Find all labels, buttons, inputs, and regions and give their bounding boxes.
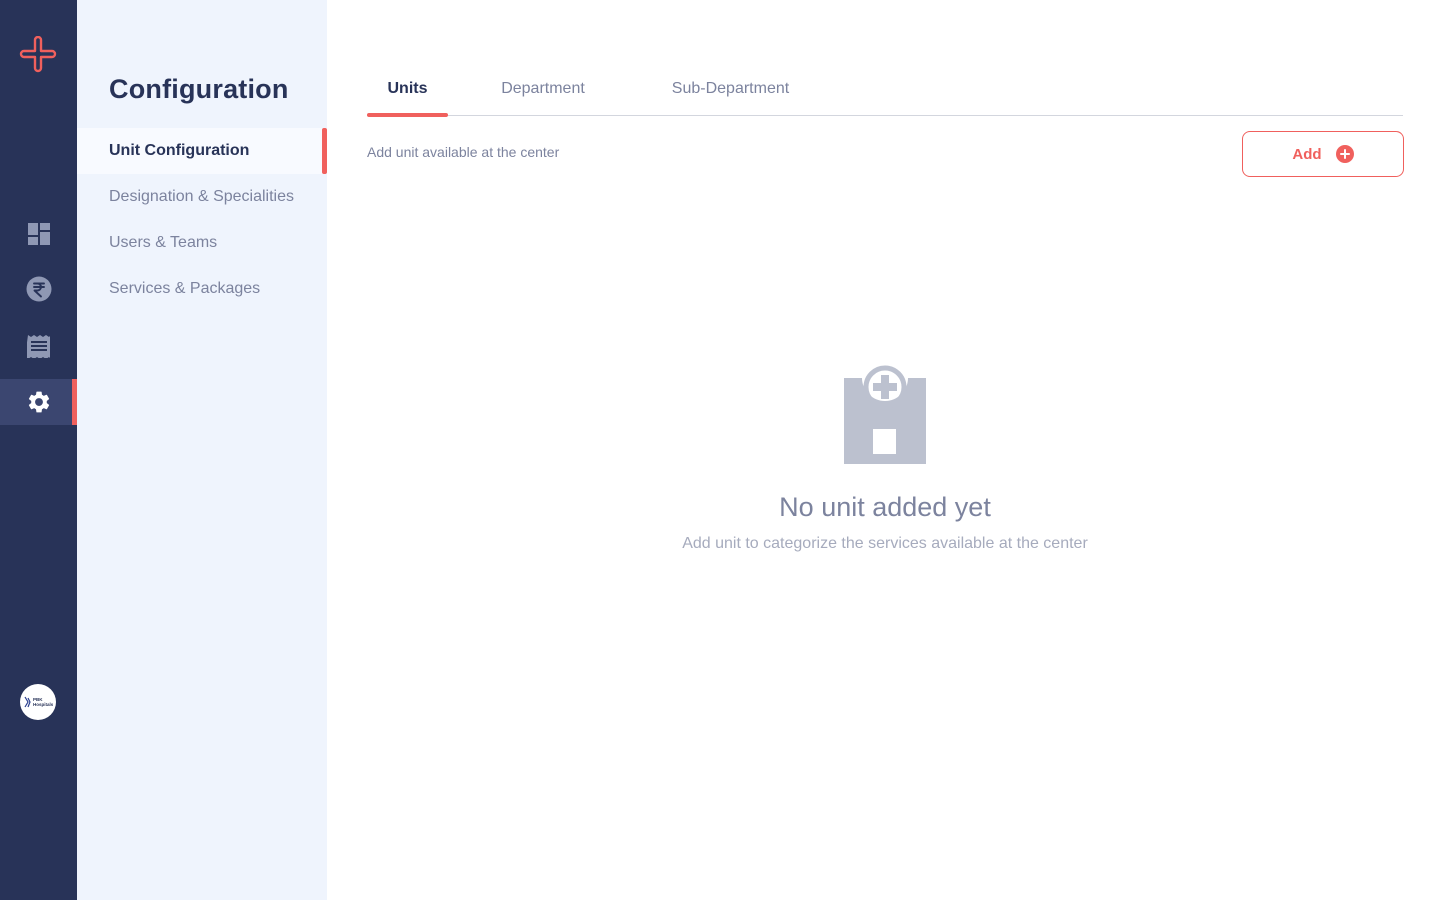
gear-icon [28, 391, 49, 413]
receipt-icon [26, 335, 50, 358]
sidebar-title: Configuration [109, 74, 289, 104]
tab-bar: Units Department Sub-Department [367, 70, 1403, 117]
sidebar-item-label: Designation & Specialities [109, 188, 294, 205]
tab-department[interactable]: Department [485, 70, 601, 116]
empty-state-title: No unit added yet [779, 492, 991, 522]
rupee-icon [26, 276, 51, 302]
tab-units[interactable]: Units [367, 70, 448, 117]
dashboard-icon [27, 223, 50, 245]
hospital-logo: PBK Hospitals [24, 696, 53, 708]
add-unit-button[interactable]: Add [1242, 131, 1404, 177]
nav-billing-button[interactable] [0, 266, 77, 312]
icon-rail: PBK Hospitals [0, 0, 77, 900]
tab-label: Department [501, 80, 585, 97]
tab-label: Units [387, 80, 428, 97]
organization-avatar[interactable]: PBK Hospitals [20, 684, 56, 720]
sidebar-item-unit-configuration[interactable]: Unit Configuration [77, 128, 327, 174]
nav-settings-button[interactable] [0, 379, 77, 425]
add-button-label: Add [1292, 145, 1322, 163]
sidebar-item-label: Services & Packages [109, 280, 261, 297]
tab-sub-department[interactable]: Sub-Department [654, 70, 807, 116]
nav-receipts-button[interactable] [0, 323, 77, 369]
nav-dashboard-button[interactable] [0, 211, 77, 257]
sidebar-item-services-packages[interactable]: Services & Packages [77, 266, 327, 312]
configuration-sidebar: Configuration Unit Configuration Designa… [77, 0, 327, 900]
sidebar-item-users-teams[interactable]: Users & Teams [77, 220, 327, 266]
plus-circle-icon [1335, 145, 1354, 163]
hospital-icon [844, 365, 926, 464]
sidebar-item-label: Users & Teams [109, 234, 218, 251]
sidebar-item-label: Unit Configuration [109, 142, 250, 159]
tab-label: Sub-Department [671, 80, 790, 97]
empty-state-subtitle: Add unit to categorize the services avai… [682, 535, 1088, 552]
sidebar-item-designation-specialities[interactable]: Designation & Specialities [77, 174, 327, 220]
svg-text:Hospitals: Hospitals [33, 702, 53, 707]
plus-cross-logo-icon[interactable] [19, 36, 57, 74]
main-content: Units Department Sub-Department Add unit… [327, 0, 1440, 900]
units-hint-text: Add unit available at the center [367, 144, 560, 160]
